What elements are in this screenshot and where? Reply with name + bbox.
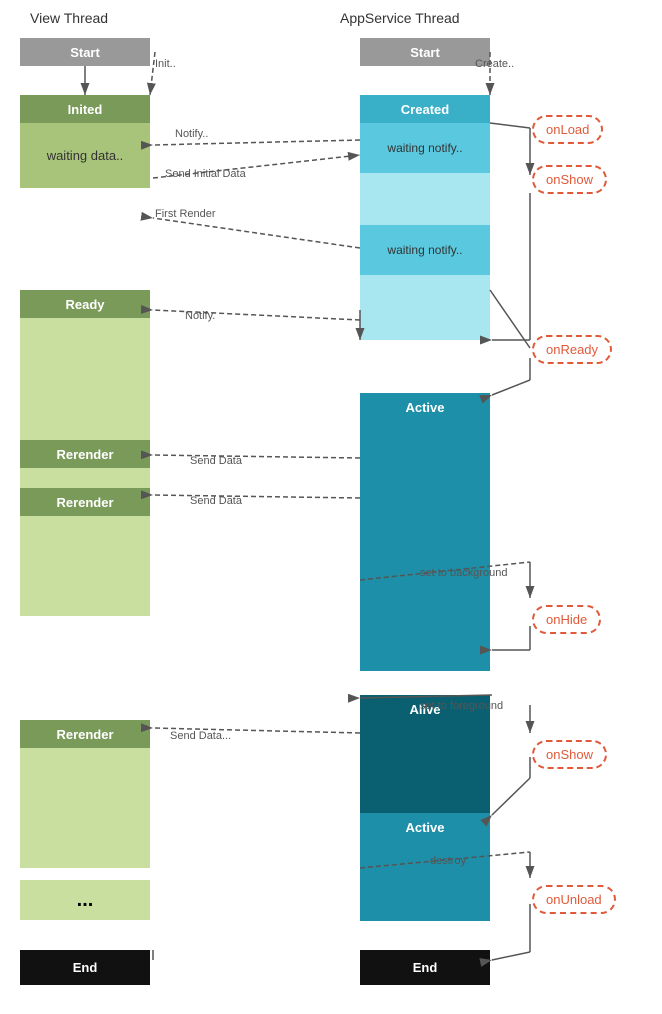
view-rerender2-block: Rerender xyxy=(20,488,150,516)
onready-box: onReady xyxy=(532,335,612,364)
onshow2-box: onShow xyxy=(532,740,607,769)
view-start-block: Start xyxy=(20,38,150,66)
appservice-waiting-notify1: waiting notify.. xyxy=(360,123,490,173)
view-ellipsis: ... xyxy=(20,880,150,920)
view-green-body2 xyxy=(20,516,150,616)
diagram-container: View Thread AppService Thread Start Init… xyxy=(0,0,662,1014)
create-label: Create.. xyxy=(475,58,514,70)
appservice-active2-block: Active xyxy=(360,813,490,841)
onload-box: onLoad xyxy=(532,115,603,144)
notify1-label: Notify.. xyxy=(175,128,208,140)
view-green-body3 xyxy=(20,748,150,868)
appservice-active1-body xyxy=(360,421,490,671)
view-green-body1 xyxy=(20,468,150,488)
view-rerender1-block: Rerender xyxy=(20,440,150,468)
view-thread-header: View Thread xyxy=(30,10,108,26)
onhide-box: onHide xyxy=(532,605,601,634)
onunload-box: onUnload xyxy=(532,885,616,914)
onshow1-box: onShow xyxy=(532,165,607,194)
appservice-waiting-notify2: waiting notify.. xyxy=(360,225,490,275)
view-rerender3-block: Rerender xyxy=(20,720,150,748)
set-bg-label: set to background xyxy=(420,567,507,579)
view-inited-block: Inited xyxy=(20,95,150,123)
appservice-active1-block: Active xyxy=(360,393,490,421)
appservice-created-block: Created xyxy=(360,95,490,123)
appservice-start-block: Start xyxy=(360,38,490,66)
appservice-light-blue-gap xyxy=(360,173,490,225)
send-data3-label: Send Data... xyxy=(170,730,231,742)
appservice-thread-header: AppService Thread xyxy=(340,10,460,26)
appservice-end-block: End xyxy=(360,950,490,985)
appservice-alive-body xyxy=(360,723,490,813)
set-fg-label: set to foreground xyxy=(420,700,503,712)
send-initial-data-label: Send Initial Data xyxy=(165,168,246,180)
appservice-light-blue-gap2 xyxy=(360,275,490,340)
send-data2-label: Send Data xyxy=(190,495,242,507)
view-ready-block: Ready xyxy=(20,290,150,318)
first-render-label: First Render xyxy=(155,208,216,220)
destroy-label: destroy xyxy=(430,855,466,867)
send-data1-label: Send Data xyxy=(190,455,242,467)
notify2-label: Notify. xyxy=(185,310,215,322)
init-label: Init.. xyxy=(155,58,176,70)
view-waiting-data-block: waiting data.. xyxy=(20,123,150,188)
view-end-block: End xyxy=(20,950,150,985)
appservice-active2-body xyxy=(360,841,490,921)
